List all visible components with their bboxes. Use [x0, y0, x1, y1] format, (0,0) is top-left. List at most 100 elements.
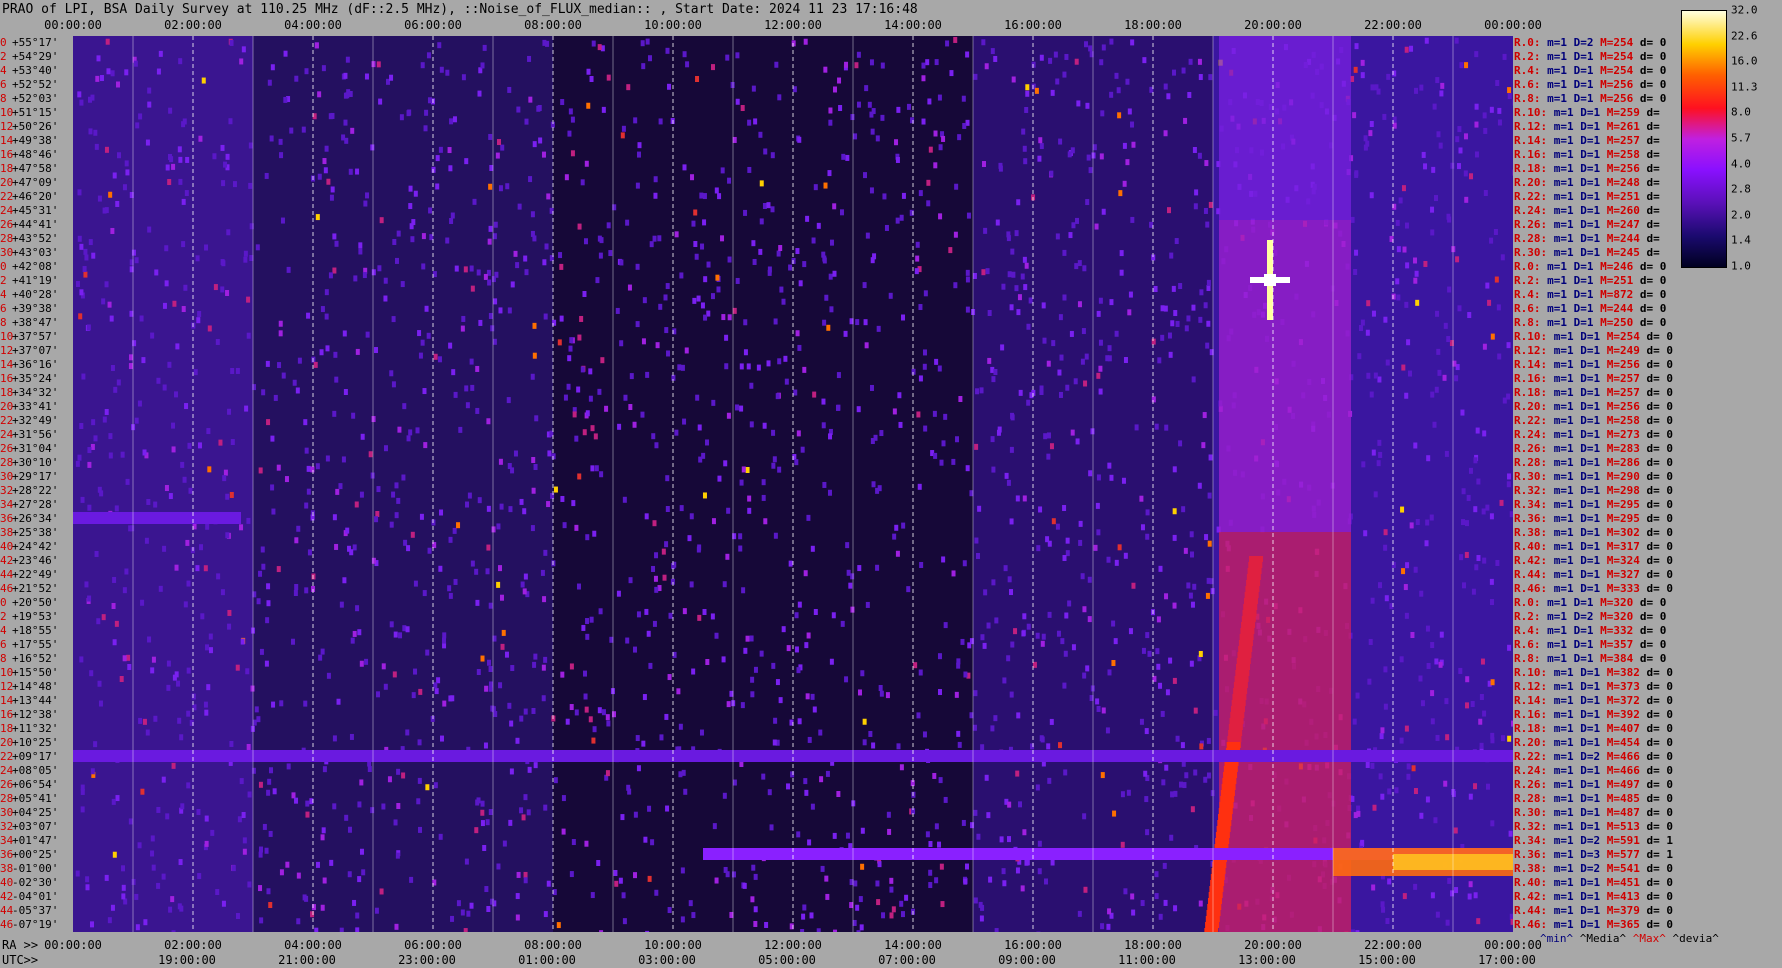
ra-axis-prefix: RA >> [2, 938, 39, 952]
noise-pixel [408, 203, 413, 210]
noise-pixel [292, 379, 297, 386]
stats-max: M=327 [1600, 568, 1640, 581]
band-cell [1219, 516, 1351, 524]
noise-pixel [439, 735, 444, 742]
noise-pixel [647, 805, 652, 812]
declination-value: +20°50' [12, 596, 59, 609]
stats-dev: d= 0 [1639, 344, 1673, 357]
noise-pixel [438, 146, 443, 153]
noise-pixel [640, 411, 645, 418]
declination-value: +24°42' [12, 540, 59, 553]
noise-pixel [488, 666, 493, 673]
stats-max: M=244 [1593, 302, 1634, 315]
noise-pixel [751, 240, 756, 247]
noise-pixel [464, 385, 469, 392]
noise-pixel [642, 694, 647, 701]
declination-label: 44+22°49' [0, 568, 58, 582]
declination-value: +43°52' [12, 232, 59, 245]
noise-pixel [592, 726, 597, 733]
noise-pixel [97, 680, 102, 687]
stats-beam: R.30: [1514, 246, 1548, 259]
noise-pixel [559, 263, 564, 270]
heatmap-cell [1408, 36, 1424, 932]
noise-pixel [1463, 170, 1468, 177]
noise-pixel [186, 782, 191, 789]
noise-pixel [1059, 354, 1064, 361]
noise-pixel [898, 421, 903, 428]
noise-pixel [1050, 89, 1055, 96]
noise-pixel [391, 381, 396, 388]
stats-row: R.42: m=1 D=1 M=413 d= 0 [1514, 890, 1673, 904]
noise-pixel [1172, 534, 1177, 541]
heatmap-cell [868, 36, 884, 932]
noise-pixel [450, 212, 455, 219]
noise-pixel [271, 701, 276, 708]
noise-pixel [693, 209, 698, 216]
band-cell [1219, 796, 1351, 804]
noise-pixel [897, 392, 902, 399]
noise-pixel [154, 269, 159, 276]
noise-pixel [1000, 344, 1005, 351]
noise-pixel [1039, 388, 1044, 395]
ra-axis-top: 00:00:00 02:00:00 04:00:00 06:00:00 08:00:00… [44, 18, 1542, 32]
noise-pixel [261, 389, 266, 396]
declination-value: +21°52' [12, 582, 59, 595]
noise-pixel [667, 907, 672, 914]
streak-cell [1229, 718, 1244, 724]
streak-cell [1237, 652, 1252, 658]
noise-pixel [1468, 881, 1473, 888]
noise-pixel [1168, 657, 1173, 664]
noise-pixel [408, 429, 413, 436]
stats-min-median: m=1 D=1 [1547, 512, 1601, 525]
declination-label: 36+00°25' [0, 848, 58, 862]
noise-pixel [1507, 735, 1512, 742]
declination-label: 40-02°30' [0, 876, 58, 890]
stats-max: M=248 [1600, 176, 1640, 189]
noise-pixel [1166, 207, 1171, 214]
noise-pixel [206, 684, 211, 691]
noise-pixel [1377, 376, 1382, 383]
noise-pixel [1130, 39, 1135, 46]
noise-pixel [823, 182, 828, 189]
declination-label: 4 +18°55' [0, 624, 58, 638]
noise-pixel [342, 330, 347, 337]
stats-dev: d= 1 [1639, 848, 1673, 861]
declination-label: 12+14°48' [0, 680, 58, 694]
noise-pixel [1098, 339, 1103, 346]
stats-beam: R.26: [1514, 442, 1548, 455]
noise-pixel [1007, 271, 1012, 278]
noise-pixel [835, 404, 840, 411]
noise-pixel [332, 514, 337, 521]
noise-pixel [453, 578, 458, 585]
noise-pixel [270, 484, 275, 491]
stats-dev: d= 0 [1639, 456, 1673, 469]
noise-pixel [262, 823, 267, 830]
noise-pixel [706, 261, 711, 268]
band-cell [1219, 812, 1351, 820]
noise-pixel [1478, 718, 1483, 725]
noise-pixel [1144, 728, 1149, 735]
noise-pixel [658, 303, 663, 310]
noise-pixel [355, 927, 360, 934]
noise-pixel [284, 476, 289, 483]
noise-pixel [1354, 43, 1359, 50]
noise-pixel [993, 55, 998, 62]
noise-pixel [889, 877, 894, 884]
stats-max: M=332 [1593, 624, 1634, 637]
noise-pixel [396, 768, 401, 775]
band-cell [1219, 220, 1351, 228]
noise-pixel [1181, 506, 1186, 513]
declination-label: 38-01°00' [0, 862, 58, 876]
noise-pixel [87, 461, 92, 468]
ra-tick-top: 00:00:00 [1484, 18, 1542, 32]
noise-pixel [530, 230, 535, 237]
row-index: 26 [0, 442, 14, 455]
stats-beam: R.6: [1514, 78, 1541, 91]
stats-row: R.42: m=1 D=1 M=324 d= 0 [1514, 554, 1673, 568]
noise-pixel [1085, 665, 1090, 672]
noise-pixel [521, 814, 526, 821]
noise-pixel [1423, 260, 1428, 267]
declination-value: +27°28' [12, 498, 59, 511]
row-index: 26 [0, 218, 14, 231]
heatmap-cell [673, 36, 689, 932]
